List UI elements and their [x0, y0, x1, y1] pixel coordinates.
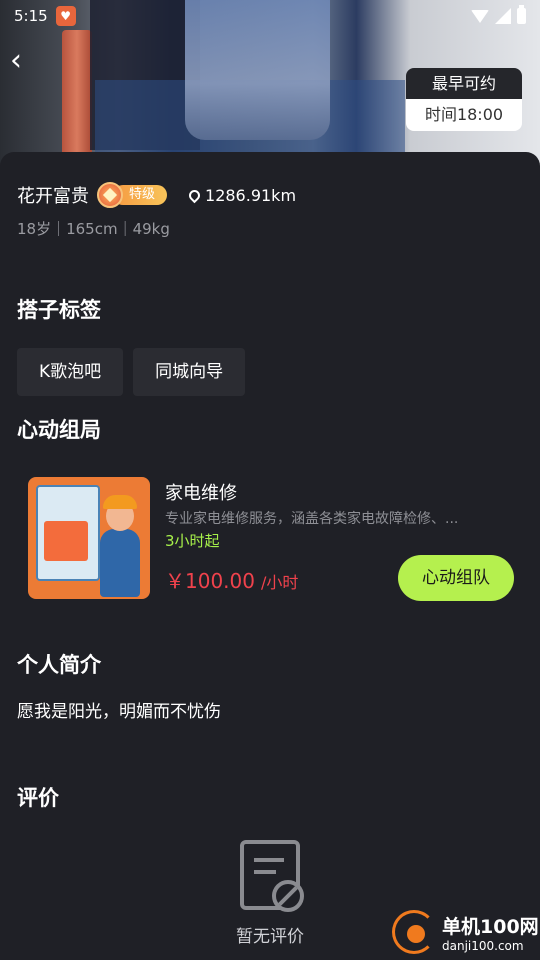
status-bar: 5:15 ♥: [0, 0, 540, 32]
section-title-bio: 个人简介: [17, 653, 101, 677]
wifi-icon: [471, 9, 489, 23]
section-title-reviews: 评价: [17, 786, 59, 810]
no-reviews-icon: [240, 840, 304, 912]
service-name: 家电维修: [165, 483, 237, 504]
watermark-logo-icon: [392, 910, 436, 954]
user-name: 花开富贵: [17, 186, 89, 207]
availability-time: 时间18:00: [406, 99, 522, 131]
service-description: 专业家电维修服务，涵盖各类家电故障检修、...: [165, 511, 459, 527]
profile-panel: 花开富贵 特级 1286.91km 18岁｜165cm｜49kg 搭子标签 K歌…: [0, 152, 540, 960]
user-meta: 18岁｜165cm｜49kg: [17, 220, 170, 238]
photo-detail: [62, 30, 92, 160]
worker-illustration: [100, 529, 140, 597]
status-time: 5:15: [14, 7, 48, 25]
service-card[interactable]: 家电维修 专业家电维修服务，涵盖各类家电故障检修、... 3小时起 ￥100.0…: [28, 477, 518, 602]
distance-value: 1286.91km: [205, 185, 297, 205]
section-title-tags: 搭子标签: [17, 298, 101, 322]
empty-reviews: 暂无评价: [200, 840, 340, 947]
service-price: ￥100.00 /小时: [165, 565, 298, 594]
availability-title: 最早可约: [406, 68, 522, 99]
battery-icon: [517, 5, 526, 24]
tag-item[interactable]: 同城向导: [133, 348, 246, 396]
watermark-subtitle: danji100.com: [442, 938, 524, 953]
service-min-duration: 3小时起: [165, 532, 220, 550]
watermark-title: 单机100网: [442, 915, 539, 938]
signal-icon: [495, 8, 511, 24]
availability-card: 最早可约 时间18:00: [406, 68, 522, 131]
price-value: ￥100.00: [165, 569, 255, 593]
price-unit: /小时: [260, 573, 299, 592]
level-badge: 特级: [97, 182, 168, 208]
bio-text: 愿我是阳光，明媚而不忧伤: [17, 702, 221, 722]
tag-item[interactable]: K歌泡吧: [17, 348, 124, 396]
empty-reviews-text: 暂无评价: [236, 927, 304, 947]
tag-list: K歌泡吧 同城向导: [17, 348, 246, 396]
distance: 1286.91km: [186, 185, 297, 205]
status-icons: [471, 5, 526, 24]
worker-illustration: [103, 495, 137, 509]
profile-header: 花开富贵 特级 1286.91km: [17, 182, 296, 208]
medal-icon: [97, 182, 123, 208]
join-team-button[interactable]: 心动组队: [398, 555, 514, 601]
service-image: [28, 477, 150, 599]
fridge-illustration: [36, 485, 100, 581]
site-watermark: 单机100网 danji100.com: [392, 910, 539, 954]
back-button[interactable]: ‹: [10, 46, 38, 78]
location-pin-icon: [186, 187, 203, 203]
app-notification-icon: ♥: [55, 6, 76, 26]
section-title-events: 心动组局: [17, 418, 101, 442]
chevron-left-icon: ‹: [10, 43, 22, 78]
